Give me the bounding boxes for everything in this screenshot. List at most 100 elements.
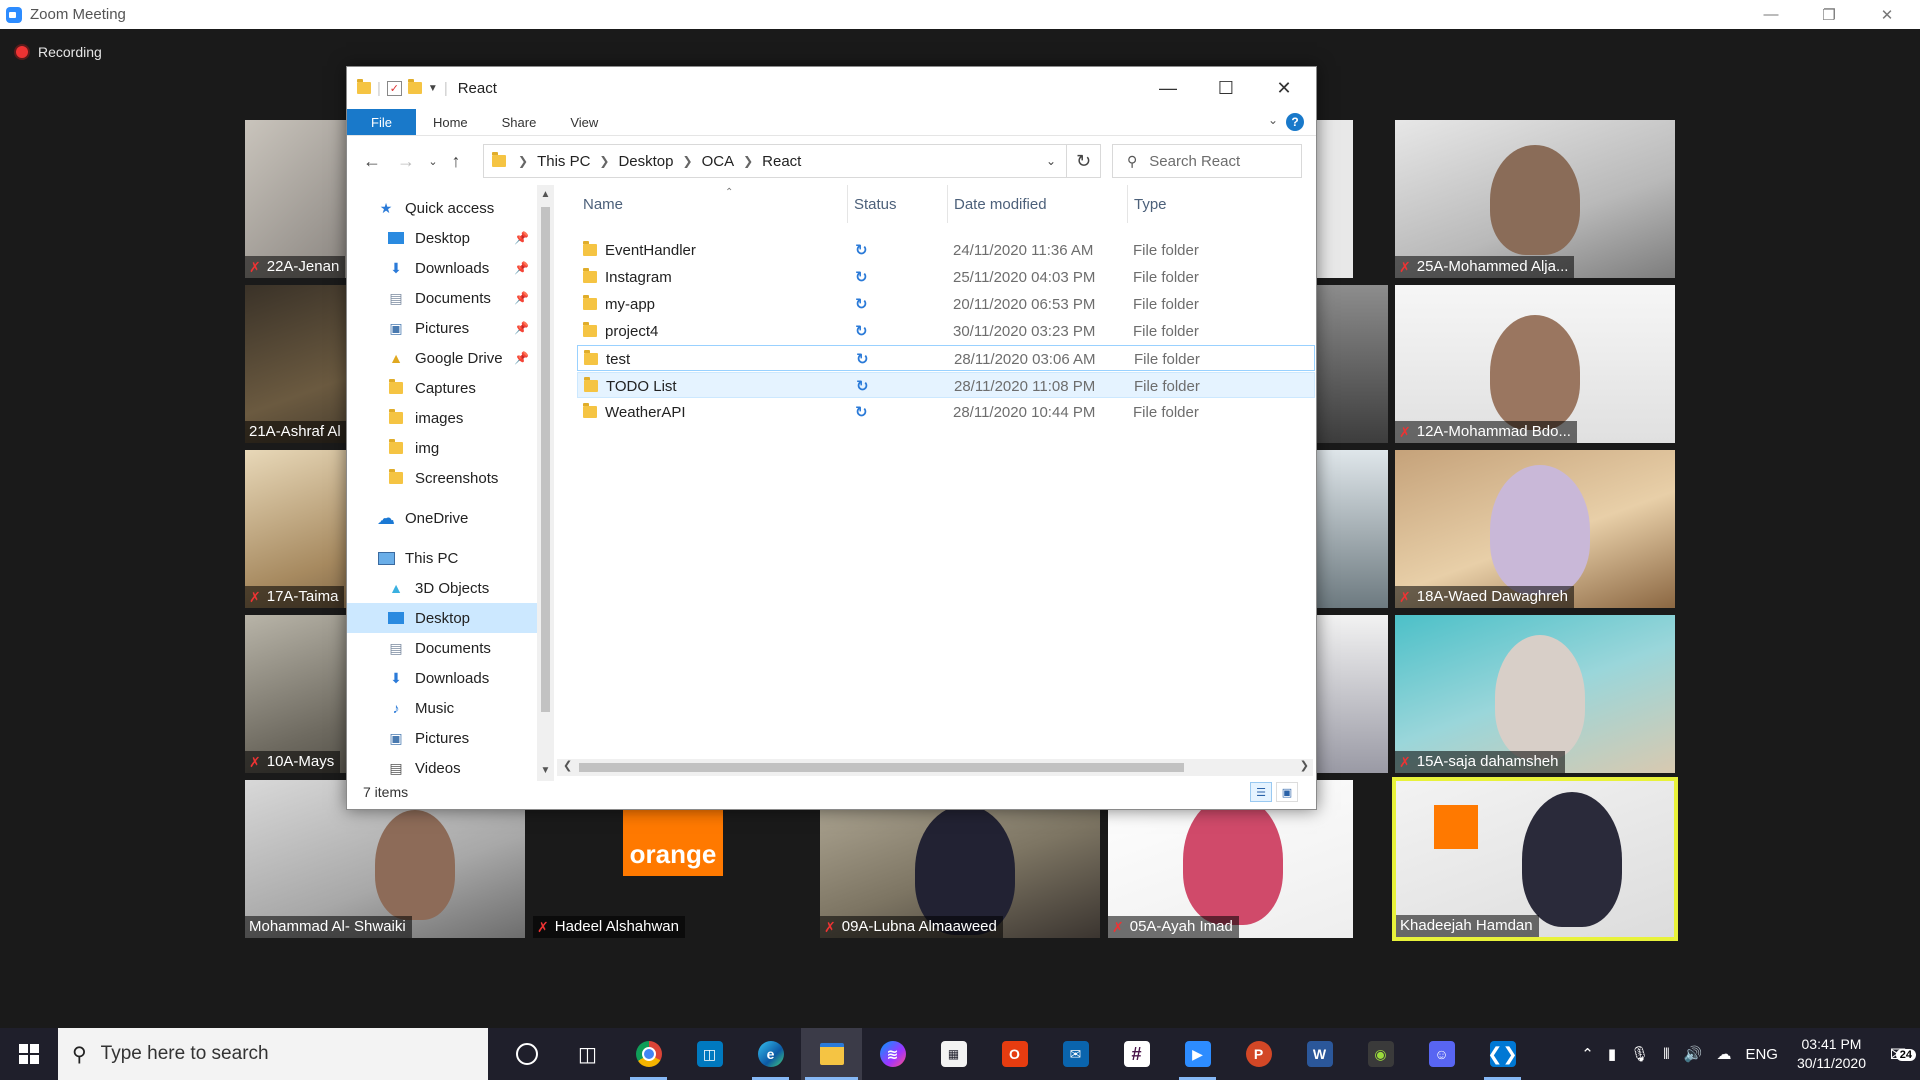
scrollbar-thumb[interactable] — [541, 207, 550, 712]
nav-item-documents-pc[interactable]: ▤ Documents — [347, 633, 537, 663]
chevron-right-icon[interactable]: ❯ — [599, 154, 609, 168]
participant-tile[interactable]: ✗ 15A-saja dahamsheh — [1395, 615, 1675, 773]
wifi-icon[interactable]: ⦀ — [1663, 1046, 1670, 1063]
tab-file[interactable]: File — [347, 109, 416, 135]
pin-icon[interactable]: 📌 — [514, 291, 529, 305]
nav-item-downloads-pc[interactable]: ⬇ Downloads — [347, 663, 537, 693]
notification-center-icon[interactable]: ✉ 24 — [1876, 1042, 1920, 1067]
participant-tile[interactable]: ✗ 18A-Waed Dawaghreh — [1395, 450, 1675, 608]
back-arrow-icon[interactable]: ← — [355, 151, 389, 172]
language-indicator[interactable]: ENG — [1745, 1046, 1778, 1063]
file-row[interactable]: Instagram ↻ 25/11/2020 04:03 PM File folder — [577, 264, 1315, 290]
participant-tile[interactable] — [1315, 450, 1388, 608]
word-icon[interactable]: W — [1289, 1028, 1350, 1080]
customize-toolbar-icon[interactable]: ▼ — [428, 83, 438, 94]
volume-icon[interactable]: 🔊 — [1684, 1045, 1703, 1063]
nav-item-3d-objects[interactable]: ▲ 3D Objects — [347, 573, 537, 603]
vscode-icon[interactable]: ❮❯ — [1472, 1028, 1533, 1080]
microphone-icon[interactable]: 🎙 — [1630, 1045, 1649, 1063]
pin-icon[interactable]: 📌 — [514, 261, 529, 275]
pin-icon[interactable]: 📌 — [514, 351, 529, 365]
chevron-right-icon[interactable]: ❯ — [743, 154, 753, 168]
nav-item-desktop-pc[interactable]: Desktop — [347, 603, 537, 633]
explorer-maximize-button[interactable]: ☐ — [1197, 67, 1255, 109]
scroll-up-icon[interactable]: ▲ — [537, 189, 554, 200]
tab-share[interactable]: Share — [485, 109, 554, 135]
show-hidden-icons-icon[interactable]: ⌃ — [1581, 1045, 1594, 1063]
powerpoint-icon[interactable]: P — [1228, 1028, 1289, 1080]
up-arrow-icon[interactable]: ↑ — [443, 151, 469, 172]
participant-tile[interactable]: ✗ 12A-Mohammad Bdo... — [1395, 285, 1675, 443]
expand-ribbon-icon[interactable]: ⌄ — [1268, 113, 1278, 127]
task-view-icon[interactable]: ◫ — [557, 1028, 618, 1080]
nav-item-google-drive[interactable]: ▲ Google Drive 📌 — [347, 343, 537, 373]
nav-item-pictures[interactable]: ▣ Pictures 📌 — [347, 313, 537, 343]
file-row[interactable]: test ↻ 28/11/2020 03:06 AM File folder — [577, 345, 1315, 371]
explorer-close-button[interactable]: ✕ — [1255, 67, 1313, 109]
chevron-down-icon[interactable]: ⌄ — [1046, 154, 1056, 168]
microsoft-store-icon[interactable]: ▦ — [923, 1028, 984, 1080]
column-header-name[interactable]: Name — [577, 185, 847, 223]
battery-icon[interactable]: ▮ — [1608, 1045, 1616, 1063]
edge-icon[interactable]: e — [740, 1028, 801, 1080]
participant-tile[interactable] — [1315, 120, 1353, 278]
cortana-icon[interactable] — [496, 1028, 557, 1080]
recent-locations-icon[interactable]: ⌄ — [423, 155, 443, 168]
start-button[interactable] — [0, 1028, 58, 1080]
breadcrumb-oca[interactable]: OCA — [702, 153, 735, 170]
nav-item-pictures-pc[interactable]: ▣ Pictures — [347, 723, 537, 753]
nav-item-screenshots[interactable]: Screenshots — [347, 463, 537, 493]
search-input[interactable]: ⚲ Search React — [1112, 144, 1302, 178]
participant-tile[interactable]: ✗ 25A-Mohammed Alja... — [1395, 120, 1675, 278]
onedrive-cloud-icon[interactable]: ☁ — [1716, 1045, 1731, 1063]
new-folder-icon[interactable] — [407, 79, 422, 94]
close-button[interactable]: ✕ — [1858, 0, 1916, 29]
large-icons-view-icon[interactable]: ▣ — [1276, 782, 1298, 802]
nav-this-pc[interactable]: This PC — [347, 543, 537, 573]
office-icon[interactable]: O — [984, 1028, 1045, 1080]
restore-button[interactable]: ❐ — [1800, 0, 1858, 29]
messenger-icon[interactable]: ≋ — [862, 1028, 923, 1080]
nav-pane-scrollbar[interactable]: ▲ ▼ — [537, 185, 554, 781]
pin-icon[interactable]: 📌 — [514, 321, 529, 335]
scrollbar-thumb[interactable] — [579, 763, 1184, 772]
properties-icon[interactable]: ✓ — [386, 80, 402, 96]
scroll-left-icon[interactable]: ❮ — [563, 759, 572, 772]
file-explorer-icon[interactable] — [801, 1028, 862, 1080]
slack-icon[interactable]: # — [1106, 1028, 1167, 1080]
breadcrumb-desktop[interactable]: Desktop — [618, 153, 673, 170]
nav-item-documents[interactable]: ▤ Documents 📌 — [347, 283, 537, 313]
tab-view[interactable]: View — [553, 109, 615, 135]
file-row[interactable]: project4 ↻ 30/11/2020 03:23 PM File folder — [577, 318, 1315, 344]
nav-item-captures[interactable]: Captures — [347, 373, 537, 403]
chrome-icon[interactable] — [618, 1028, 679, 1080]
discord-icon[interactable]: ☺ — [1411, 1028, 1472, 1080]
details-view-icon[interactable]: ☰ — [1250, 782, 1272, 802]
taskbar-search-input[interactable]: ⚲ Type here to search — [58, 1028, 488, 1080]
participant-tile[interactable] — [1315, 285, 1388, 443]
recording-indicator[interactable]: Recording — [16, 44, 102, 60]
file-row[interactable]: EventHandler ↻ 24/11/2020 11:36 AM File fol… — [577, 237, 1315, 263]
file-row[interactable]: TODO List ↻ 28/11/2020 11:08 PM File folder — [577, 372, 1315, 398]
pin-icon[interactable]: 📌 — [514, 231, 529, 245]
nav-item-music[interactable]: ♪ Music — [347, 693, 537, 723]
zoom-icon[interactable]: ▶ — [1167, 1028, 1228, 1080]
nav-item-downloads[interactable]: ⬇ Downloads 📌 — [347, 253, 537, 283]
help-icon[interactable]: ? — [1286, 113, 1304, 131]
nav-quick-access[interactable]: ★ Quick access — [347, 193, 537, 223]
nav-item-videos[interactable]: ▤ Videos — [347, 753, 537, 776]
minimize-button[interactable]: — — [1742, 0, 1800, 29]
xbox-game-bar-icon[interactable]: ◉ — [1350, 1028, 1411, 1080]
tab-home[interactable]: Home — [416, 109, 485, 135]
nav-item-img[interactable]: img — [347, 433, 537, 463]
horizontal-scrollbar[interactable]: ❮ ❯ — [557, 759, 1313, 776]
active-speaker-tile[interactable]: Khadeejah Hamdan — [1392, 777, 1678, 941]
chevron-right-icon[interactable]: ❯ — [683, 154, 693, 168]
scroll-right-icon[interactable]: ❯ — [1300, 759, 1309, 772]
address-bar[interactable]: ❯ This PC ❯ Desktop ❯ OCA ❯ React ⌄ — [483, 144, 1067, 178]
nav-item-desktop[interactable]: Desktop 📌 — [347, 223, 537, 253]
column-header-type[interactable]: Type — [1127, 185, 1315, 223]
clock[interactable]: 03:41 PM 30/11/2020 — [1797, 1035, 1866, 1073]
chevron-right-icon[interactable]: ❯ — [518, 154, 528, 168]
column-header-status[interactable]: Status — [847, 185, 947, 223]
